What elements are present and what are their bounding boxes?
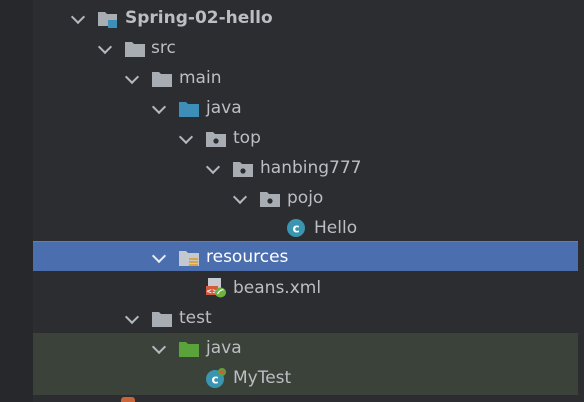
test-source-root-folder-icon — [178, 340, 199, 357]
tree-node-label: src — [151, 38, 176, 58]
folder-icon — [151, 70, 172, 87]
chevron-down-icon[interactable] — [205, 159, 221, 175]
package-icon — [259, 190, 280, 207]
tree-node-label: Spring-02-hello — [125, 8, 273, 28]
file-icon — [121, 397, 135, 402]
chevron-down-icon[interactable] — [232, 189, 248, 205]
resources-root-folder-icon — [178, 249, 199, 266]
svg-text:c: c — [211, 373, 218, 387]
tree-node-label: MyTest — [233, 368, 292, 388]
tree-node-java-test[interactable]: java — [33, 333, 578, 363]
tree-node-top[interactable]: top — [33, 123, 578, 153]
tree-node-src[interactable]: src — [33, 33, 578, 63]
folder-icon — [124, 40, 145, 57]
tree-node-label: pojo — [287, 188, 324, 208]
folder-icon — [151, 310, 172, 327]
tree-node-label: beans.xml — [233, 278, 322, 298]
tree-node-pojo[interactable]: pojo — [33, 183, 578, 213]
tree-node-label: main — [179, 68, 222, 88]
tree-node-label: hanbing777 — [260, 158, 362, 178]
tree-node-beans-xml[interactable]: <> beans.xml — [33, 273, 578, 303]
tree-node-spring-02-hello[interactable]: Spring-02-hello — [33, 3, 578, 33]
module-folder-icon — [97, 10, 117, 28]
chevron-down-icon[interactable] — [151, 99, 167, 115]
chevron-down-icon[interactable] — [70, 9, 86, 25]
tree-node-label: java — [206, 338, 242, 358]
tree-node-main[interactable]: main — [33, 63, 578, 93]
project-tree: Spring-02-hello src main java top hanbin… — [0, 0, 584, 402]
package-icon — [232, 160, 253, 177]
test-class-icon: c — [205, 368, 226, 388]
chevron-down-icon[interactable] — [97, 39, 113, 55]
chevron-down-icon[interactable] — [151, 339, 167, 355]
tree-node-partial — [33, 395, 578, 402]
tree-node-label: java — [206, 98, 242, 118]
tree-node-label: Hello — [314, 218, 358, 238]
tree-node-java-main[interactable]: java — [33, 93, 578, 123]
tree-node-hello[interactable]: c Hello — [33, 213, 578, 243]
tree-node-mytest[interactable]: c MyTest — [33, 363, 578, 395]
chevron-down-icon[interactable] — [124, 69, 140, 85]
chevron-down-icon[interactable] — [151, 248, 167, 264]
java-class-icon: c — [286, 219, 306, 237]
tree-node-hanbing777[interactable]: hanbing777 — [33, 153, 578, 183]
chevron-down-icon[interactable] — [178, 129, 194, 145]
tree-node-label: resources — [206, 247, 289, 267]
tree-gutter — [0, 0, 33, 402]
tree-node-resources[interactable]: resources — [33, 241, 578, 271]
svg-text:c: c — [292, 222, 299, 236]
source-root-folder-icon — [178, 100, 199, 117]
package-icon — [205, 130, 226, 147]
tree-node-label: test — [179, 308, 212, 328]
chevron-down-icon[interactable] — [124, 309, 140, 325]
spring-xml-file-icon: <> — [205, 278, 226, 298]
tree-node-label: top — [233, 128, 261, 148]
tree-node-test[interactable]: test — [33, 303, 578, 333]
